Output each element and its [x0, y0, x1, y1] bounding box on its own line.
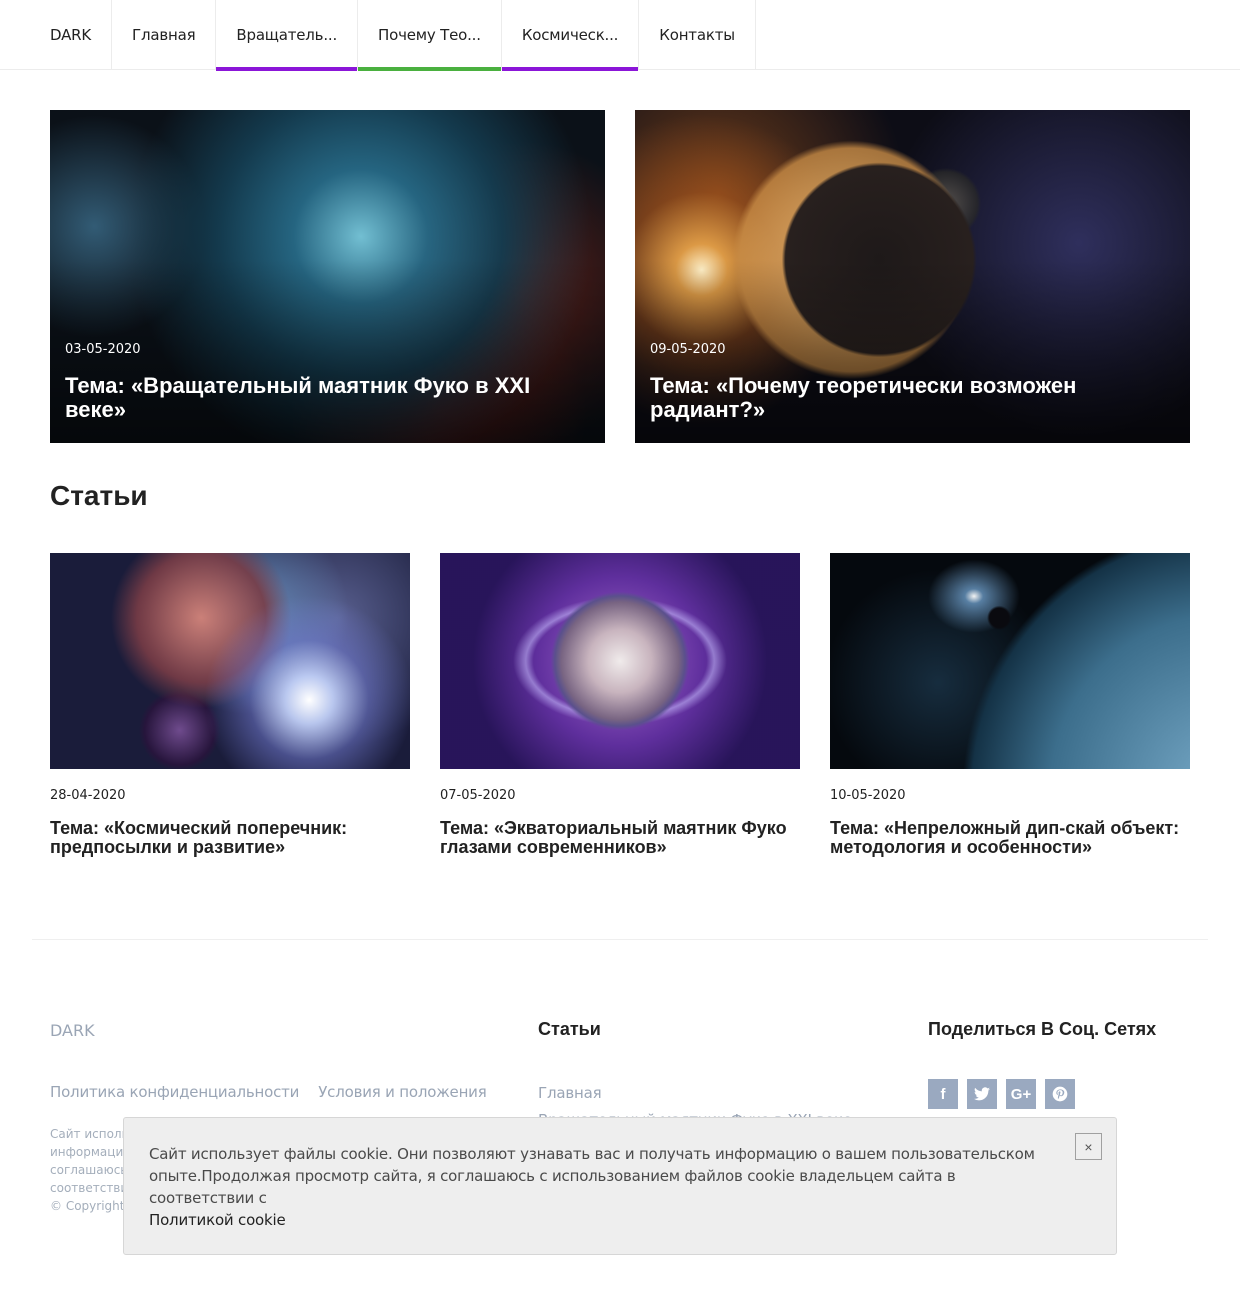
article-card[interactable]: 28-04-2020 Тема: «Космический поперечник… — [50, 553, 410, 858]
ringed-planet-image[interactable] — [440, 553, 800, 769]
planets-starlight-image[interactable] — [50, 553, 410, 769]
nav-accent-bar — [358, 67, 501, 71]
nav-item-contacts[interactable]: Контакты — [639, 0, 756, 70]
featured-title[interactable]: Тема: «Вращательный маятник Фуко в XXI в… — [65, 373, 565, 422]
nav-item-why-theoretically[interactable]: Почему Тео... — [358, 0, 502, 71]
cookie-banner: Сайт использует файлы cookie. Они позвол… — [123, 1117, 1117, 1255]
terms-link[interactable]: Условия и положения — [318, 1083, 487, 1101]
footer-articles-title: Статьи — [538, 1019, 601, 1039]
nav-item-label: Вращатель... — [236, 26, 338, 44]
footer-social-title: Поделиться В Соц. Сетях — [928, 1019, 1157, 1039]
site-logo[interactable]: DARK — [0, 0, 113, 70]
article-date: 10-05-2020 — [830, 788, 906, 803]
nav-item-rotational-pendulum[interactable]: Вращатель... — [216, 0, 359, 71]
article-title[interactable]: Тема: «Непреложный дип-скай объект: мето… — [830, 818, 1190, 858]
article-title[interactable]: Тема: «Экваториальный маятник Фуко глаза… — [440, 818, 800, 858]
footer-menu-item[interactable]: Главная — [538, 1080, 852, 1107]
article-card[interactable]: 10-05-2020 Тема: «Непреложный дип-скай о… — [830, 553, 1190, 858]
nav-item-label: Почему Тео... — [378, 26, 481, 44]
section-title-articles: Статьи — [50, 480, 148, 511]
twitter-icon[interactable] — [967, 1079, 997, 1109]
google-plus-icon[interactable]: G+ — [1006, 1079, 1036, 1109]
blue-planet-image[interactable] — [830, 553, 1190, 769]
featured-card[interactable]: 03-05-2020 Тема: «Вращательный маятник Ф… — [50, 110, 605, 443]
featured-title[interactable]: Тема: «Почему теоретически возможен ради… — [650, 373, 1150, 422]
article-date: 28-04-2020 — [50, 788, 126, 803]
featured-card[interactable]: 09-05-2020 Тема: «Почему теоретически во… — [635, 110, 1190, 443]
pinterest-glyph — [1052, 1086, 1068, 1102]
featured-date: 09-05-2020 — [650, 342, 726, 357]
nav-item-home[interactable]: Главная — [112, 0, 217, 70]
nav-accent-bar — [501, 67, 639, 71]
nav-accent-bar — [216, 67, 358, 71]
pinterest-icon[interactable] — [1045, 1079, 1075, 1109]
social-buttons: f G+ — [928, 1079, 1075, 1109]
top-navigation: DARK Главная Вращатель... Почему Тео... … — [0, 0, 1240, 71]
twitter-glyph — [974, 1087, 990, 1101]
nav-item-cosmic[interactable]: Космическ... — [501, 0, 640, 71]
facebook-icon[interactable]: f — [928, 1079, 958, 1109]
nav-item-label: Космическ... — [521, 26, 619, 44]
featured-date: 03-05-2020 — [65, 342, 141, 357]
nav-item-label: Контакты — [659, 26, 735, 44]
footer-logo[interactable]: DARK — [50, 1021, 95, 1040]
cookie-policy-link[interactable]: Политикой cookie — [149, 1211, 286, 1229]
privacy-policy-link[interactable]: Политика конфиденциальности — [50, 1083, 299, 1101]
article-date: 07-05-2020 — [440, 788, 516, 803]
cookie-text: Сайт использует файлы cookie. Они позвол… — [149, 1145, 1035, 1207]
footer-legal-links: Политика конфиденциальности Условия и по… — [50, 1083, 487, 1101]
footer-divider — [32, 939, 1208, 940]
article-title[interactable]: Тема: «Космический поперечник: предпосыл… — [50, 818, 410, 858]
cookie-message: Сайт использует файлы cookie. Они позвол… — [149, 1143, 1049, 1231]
nav-item-label: Главная — [132, 26, 196, 44]
article-card[interactable]: 07-05-2020 Тема: «Экваториальный маятник… — [440, 553, 800, 858]
close-icon[interactable]: × — [1075, 1133, 1102, 1160]
